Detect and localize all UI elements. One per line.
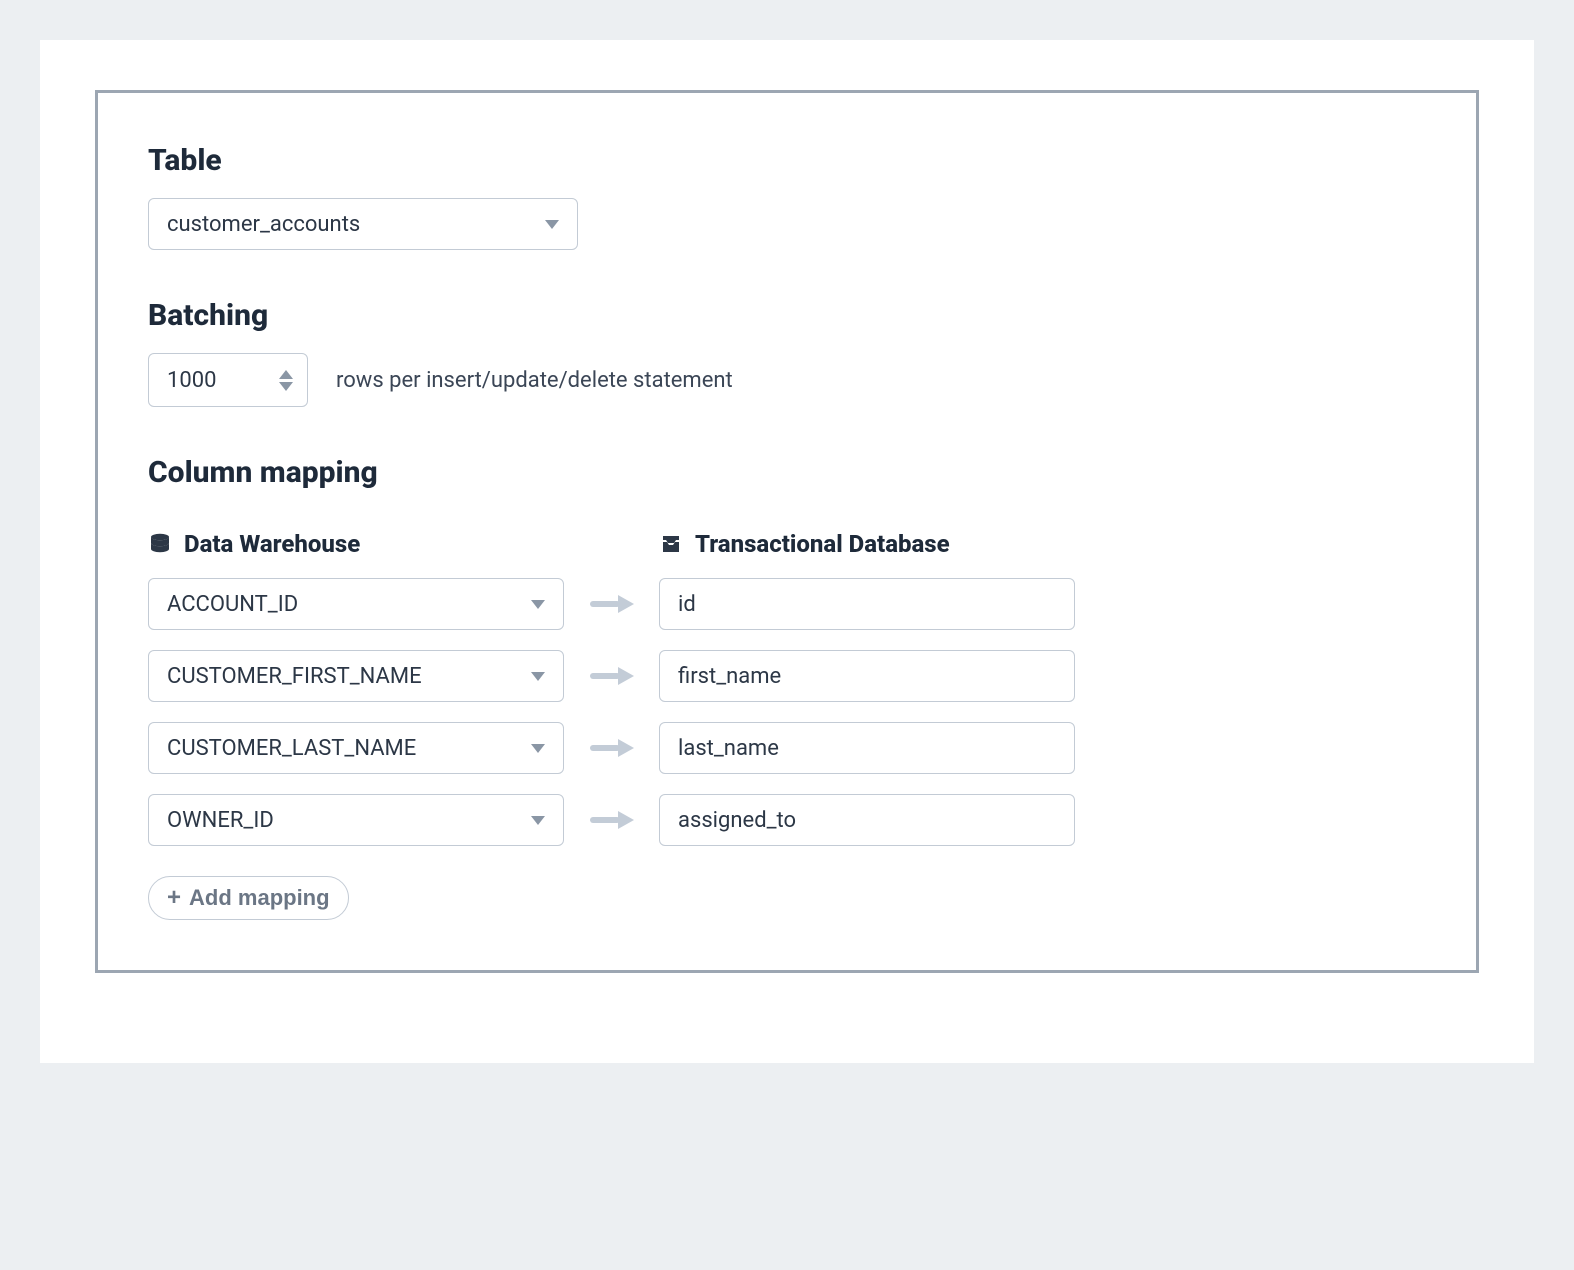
source-column-select[interactable]: ACCOUNT_ID [148, 578, 564, 630]
source-column-select[interactable]: CUSTOMER_LAST_NAME [148, 722, 564, 774]
config-panel: Table customer_accounts Batching 1000 ro… [95, 90, 1479, 973]
table-select-value: customer_accounts [167, 212, 360, 237]
transactional-header-label: Transactional Database [695, 530, 950, 558]
source-column-value: ACCOUNT_ID [167, 592, 298, 617]
column-headers: Data Warehouse Transactional Database [148, 530, 1426, 558]
chevron-up-icon [279, 370, 293, 379]
chevron-down-icon [531, 600, 545, 609]
source-column-select[interactable]: OWNER_ID [148, 794, 564, 846]
arrow-right-icon [564, 811, 659, 829]
table-select[interactable]: customer_accounts [148, 198, 578, 250]
warehouse-header-label: Data Warehouse [184, 530, 360, 558]
add-mapping-button[interactable]: + Add mapping [148, 876, 349, 920]
batching-section-label: Batching [148, 298, 1426, 333]
target-column-input[interactable] [659, 578, 1075, 630]
target-column-input[interactable] [659, 722, 1075, 774]
arrow-right-icon [564, 739, 659, 757]
column-mapping-section-label: Column mapping [148, 455, 1426, 490]
database-icon [148, 532, 172, 556]
mapping-row: CUSTOMER_FIRST_NAME [148, 650, 1426, 702]
chevron-down-icon [279, 382, 293, 391]
arrow-right-icon [564, 667, 659, 685]
mapping-row: ACCOUNT_ID [148, 578, 1426, 630]
plus-icon: + [167, 886, 181, 910]
chevron-down-icon [531, 672, 545, 681]
transactional-header: Transactional Database [659, 530, 950, 558]
config-card: Table customer_accounts Batching 1000 ro… [40, 40, 1534, 1063]
warehouse-header: Data Warehouse [148, 530, 564, 558]
source-column-value: OWNER_ID [167, 808, 274, 833]
source-column-select[interactable]: CUSTOMER_FIRST_NAME [148, 650, 564, 702]
add-mapping-label: Add mapping [189, 885, 330, 911]
stepper-arrows-icon[interactable] [279, 370, 293, 391]
source-column-value: CUSTOMER_FIRST_NAME [167, 664, 422, 689]
table-section-label: Table [148, 143, 1426, 178]
chevron-down-icon [531, 744, 545, 753]
batching-row: 1000 rows per insert/update/delete state… [148, 353, 1426, 407]
target-column-input[interactable] [659, 794, 1075, 846]
chevron-down-icon [531, 816, 545, 825]
chevron-down-icon [545, 220, 559, 229]
batching-stepper[interactable]: 1000 [148, 353, 308, 407]
batching-hint: rows per insert/update/delete statement [336, 368, 733, 393]
arrow-right-icon [564, 595, 659, 613]
batching-value: 1000 [167, 368, 216, 393]
target-column-input[interactable] [659, 650, 1075, 702]
inbox-icon [659, 532, 683, 556]
mapping-row: CUSTOMER_LAST_NAME [148, 722, 1426, 774]
source-column-value: CUSTOMER_LAST_NAME [167, 736, 416, 761]
mapping-row: OWNER_ID [148, 794, 1426, 846]
